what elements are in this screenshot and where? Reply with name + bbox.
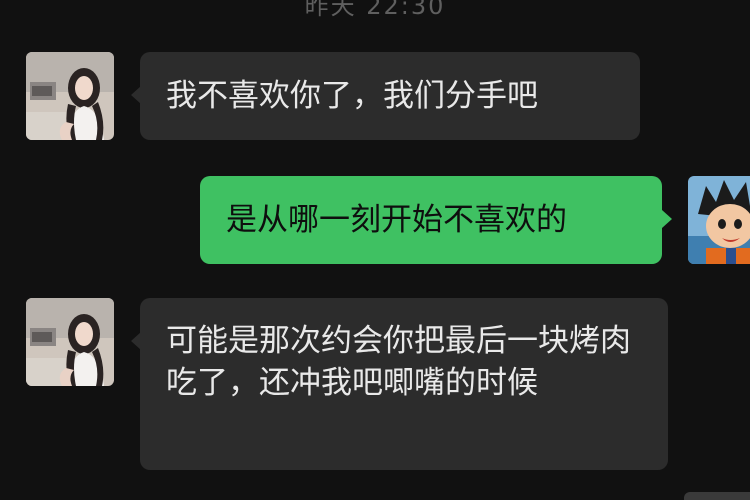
cartoon-boy-avatar-image <box>688 176 750 264</box>
girl-avatar[interactable] <box>26 52 114 140</box>
girl-avatar-image <box>26 298 114 386</box>
cartoon-boy-avatar[interactable] <box>688 176 750 264</box>
message-bubble-outgoing[interactable]: 是从哪一刻开始不喜欢的 <box>200 176 662 264</box>
girl-avatar[interactable] <box>26 298 114 386</box>
message-timestamp: 昨天 22:30 <box>304 0 446 20</box>
message-bubble-incoming[interactable]: 可能是那次约会你把最后一块烤肉吃了，还冲我吧唧嘴的时候 <box>140 298 668 470</box>
bubble-tail <box>662 210 672 228</box>
message-bubble-incoming[interactable]: 我不喜欢你了，我们分手吧 <box>140 52 640 140</box>
chat-screen: 昨天 22:30 我不喜欢你了，我们分手吧 是从哪一刻开始不喜欢的 可能是那次约… <box>0 0 750 500</box>
message-text: 我不喜欢你了，我们分手吧 <box>166 78 538 114</box>
message-text: 是从哪一刻开始不喜欢的 <box>226 202 567 238</box>
girl-avatar-image <box>26 52 114 140</box>
message-text: 可能是那次约会你把最后一块烤肉吃了，还冲我吧唧嘴的时候 <box>166 323 631 401</box>
scroll-indicator <box>684 492 750 500</box>
